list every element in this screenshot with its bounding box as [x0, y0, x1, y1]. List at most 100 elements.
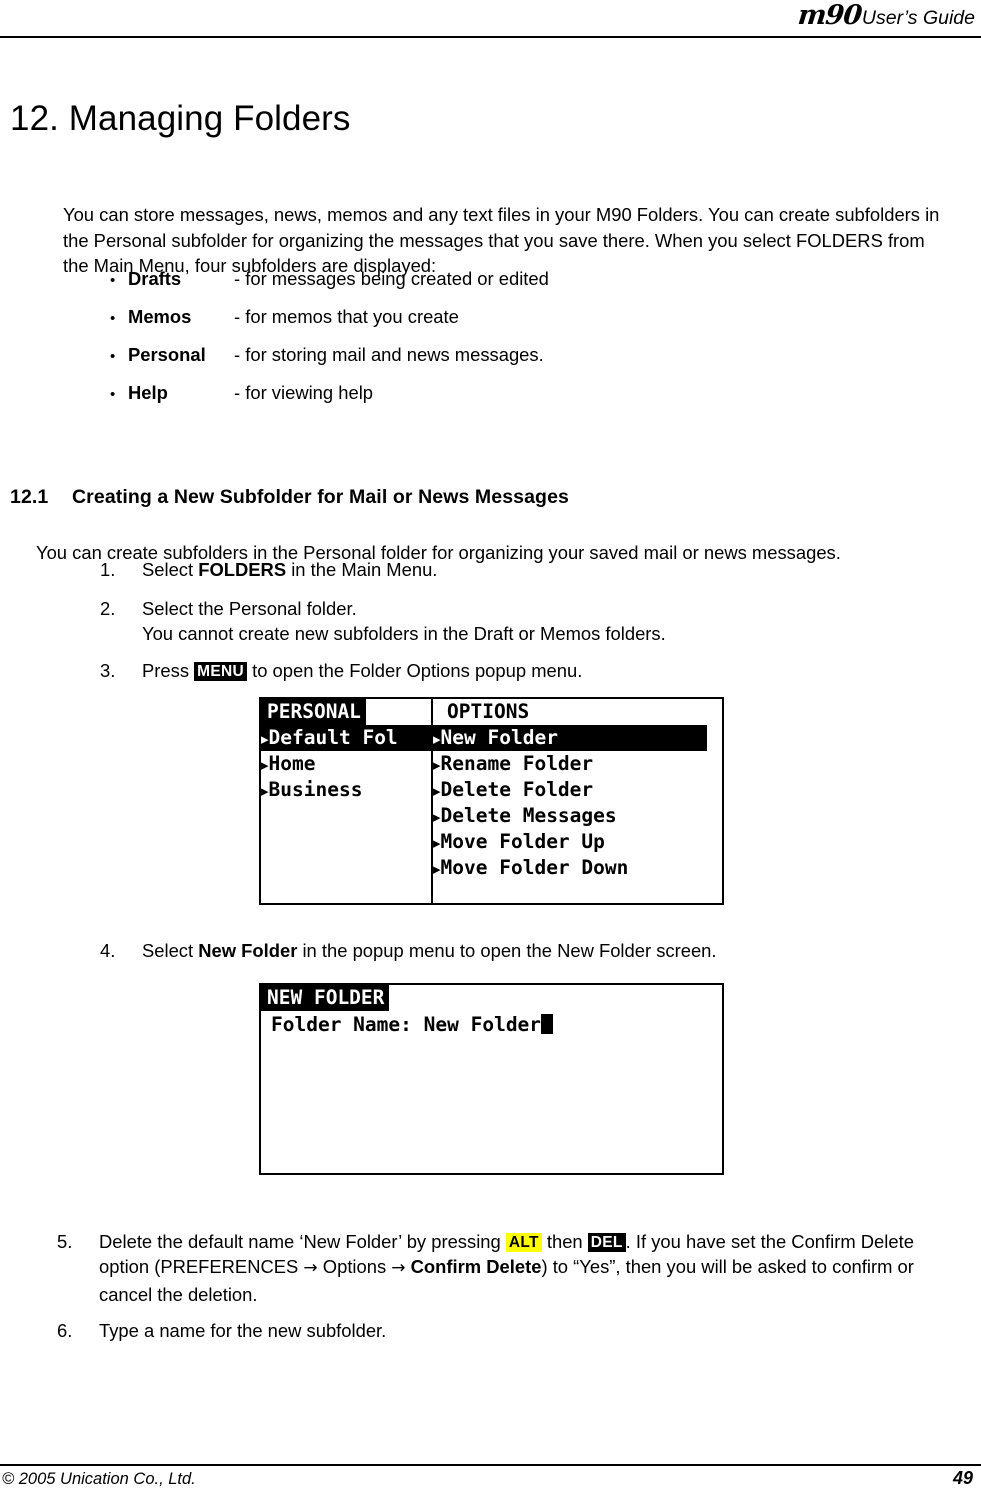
folder-name: Drafts	[128, 268, 182, 289]
footer-divider	[0, 1464, 981, 1466]
options-item-label: Delete Messages	[440, 804, 617, 827]
options-item-label: New Folder	[440, 726, 558, 749]
options-item-rename-folder[interactable]: ▸Rename Folder	[433, 751, 722, 777]
folder-list-item-home[interactable]: ▸Home	[261, 751, 431, 777]
new-folder-label: New Folder	[198, 940, 298, 961]
options-item-label: Move Folder Down	[440, 856, 629, 879]
folder-list-item-business[interactable]: ▸Business	[261, 777, 431, 803]
header-title: User’s Guide	[861, 7, 975, 29]
m90-logo: m90	[796, 0, 863, 31]
personal-pane-title: PERSONAL	[261, 699, 366, 725]
options-item-delete-folder[interactable]: ▸Delete Folder	[433, 777, 722, 803]
device-screen-new-folder: NEW FOLDER Folder Name: New Folder	[259, 983, 724, 1175]
options-popup-pane: OPTIONS ▸New Folder ▸Rename Folder ▸Dele…	[433, 699, 722, 903]
right-arrow-icon: →	[391, 1258, 406, 1279]
step-text-pre: Press	[142, 660, 195, 681]
options-pane-title: OPTIONS	[447, 700, 530, 723]
folder-list-item-label: Home	[268, 752, 316, 775]
options-item-label: Move Folder Up	[440, 830, 605, 853]
triangle-marker-icon: ▸	[433, 834, 441, 852]
step-text-p2: then	[541, 1231, 588, 1252]
options-item-move-folder-up[interactable]: ▸Move Folder Up	[433, 829, 722, 855]
triangle-marker-icon: ▸	[261, 730, 269, 748]
triangle-marker-icon: ▸	[433, 808, 441, 826]
step-text: Select New Folder in the popup menu to o…	[142, 938, 900, 963]
step-text-post: in the popup menu to open the New Folder…	[297, 940, 717, 961]
list-item: • Drafts - for messages being created or…	[110, 268, 810, 306]
screen-panes: PERSONAL ▸Default Fol ▸Home ▸Business OP…	[261, 699, 722, 903]
header-divider	[0, 36, 981, 38]
folder-name: Memos	[128, 306, 192, 327]
step-text-pre: Select	[142, 940, 199, 961]
options-item-new-folder[interactable]: ▸New Folder	[433, 725, 707, 751]
triangle-marker-icon: ▸	[261, 756, 269, 774]
menu-key-badge: MENU	[194, 662, 247, 681]
step-text: Select FOLDERS in the Main Menu.	[142, 557, 800, 582]
document-page: m90 User’s Guide 12. Managing Folders Yo…	[0, 0, 981, 1500]
step-number: 5.	[57, 1231, 73, 1252]
step-1: 1. Select FOLDERS in the Main Menu.	[100, 557, 800, 582]
step-number: 1.	[100, 559, 116, 580]
step-number: 4.	[100, 940, 116, 961]
step-number: 2.	[100, 598, 116, 619]
section-title: Creating a New Subfolder for Mail or New…	[72, 486, 569, 509]
folder-name-field[interactable]: Folder Name: New Folder	[261, 1012, 722, 1040]
folder-bullet-list: • Drafts - for messages being created or…	[110, 268, 810, 420]
step-5: 5. Delete the default name ‘New Folder’ …	[57, 1229, 962, 1307]
folders-menu-label: FOLDERS	[198, 559, 287, 580]
right-arrow-icon: →	[303, 1258, 318, 1279]
step-text-line2: You cannot create new subfolders in the …	[142, 623, 666, 645]
folder-list-item-label: Default Fol	[268, 726, 398, 749]
triangle-marker-icon: ▸	[433, 756, 441, 774]
step-text-post: to open the Folder Options popup menu.	[246, 660, 583, 681]
step-text-p4: Options	[317, 1256, 392, 1278]
personal-folder-pane: PERSONAL ▸Default Fol ▸Home ▸Business	[261, 699, 433, 903]
folder-description: - for messages being created or edited	[234, 268, 549, 289]
section-number: 12.1	[10, 486, 49, 509]
folder-name-field-label: Folder Name:	[271, 1013, 412, 1036]
options-item-move-folder-down[interactable]: ▸Move Folder Down	[433, 855, 722, 881]
folder-name: Help	[128, 382, 168, 403]
folder-list-item-label: Business	[268, 778, 363, 801]
folder-description: - for memos that you create	[234, 306, 459, 327]
folder-description: - for storing mail and news messages.	[234, 344, 544, 365]
new-folder-screen-title: NEW FOLDER	[261, 985, 390, 1011]
del-key-badge: DEL	[587, 1233, 626, 1252]
step-text: Delete the default name ‘New Folder’ by …	[99, 1229, 962, 1307]
options-item-label: Rename Folder	[440, 752, 594, 775]
step-text: Select the Personal folder. You cannot c…	[142, 596, 860, 647]
pane-title-row: PERSONAL	[261, 699, 431, 725]
new-folder-title-row: NEW FOLDER	[261, 985, 722, 1012]
text-cursor-icon	[541, 1014, 554, 1034]
page-title: 12. Managing Folders	[10, 99, 351, 139]
step-text-post: in the Main Menu.	[286, 559, 438, 580]
triangle-marker-icon: ▸	[433, 782, 441, 800]
step-text-pre: Select	[142, 559, 199, 580]
pane-title-row: OPTIONS	[433, 699, 722, 725]
options-item-delete-messages[interactable]: ▸Delete Messages	[433, 803, 722, 829]
step-text: Press MENU to open the Folder Options po…	[142, 658, 860, 683]
triangle-marker-icon: ▸	[261, 782, 269, 800]
folder-name: Personal	[128, 344, 206, 365]
header-brand: m90 User’s Guide	[796, 0, 975, 31]
step-6: 6. Type a name for the new subfolder.	[57, 1318, 757, 1343]
step-text-line1: Select the Personal folder.	[142, 598, 357, 619]
footer-page-number: 49	[952, 1468, 973, 1488]
alt-key-badge: ALT	[505, 1233, 542, 1252]
footer-copyright: © 2005 Unication Co., Ltd.	[2, 1470, 196, 1488]
bullet-icon: •	[110, 348, 116, 365]
triangle-marker-icon: ▸	[433, 860, 441, 878]
section-heading: 12.1 Creating a New Subfolder for Mail or…	[10, 486, 569, 509]
bullet-icon: •	[110, 386, 116, 403]
device-screen-folder-options: PERSONAL ▸Default Fol ▸Home ▸Business OP…	[259, 697, 724, 905]
step-number: 3.	[100, 660, 116, 681]
folder-list-item-default-fol[interactable]: ▸Default Fol	[261, 725, 431, 751]
folder-name-field-value: New Folder	[423, 1013, 542, 1036]
bullet-icon: •	[110, 310, 116, 327]
options-item-label: Delete Folder	[440, 778, 594, 801]
step-number: 6.	[57, 1320, 73, 1341]
step-text-p1: Delete the default name ‘New Folder’ by …	[99, 1231, 506, 1252]
list-item: • Help - for viewing help	[110, 382, 810, 420]
confirm-delete-label: Confirm Delete	[410, 1256, 542, 1278]
bullet-icon: •	[110, 272, 116, 289]
